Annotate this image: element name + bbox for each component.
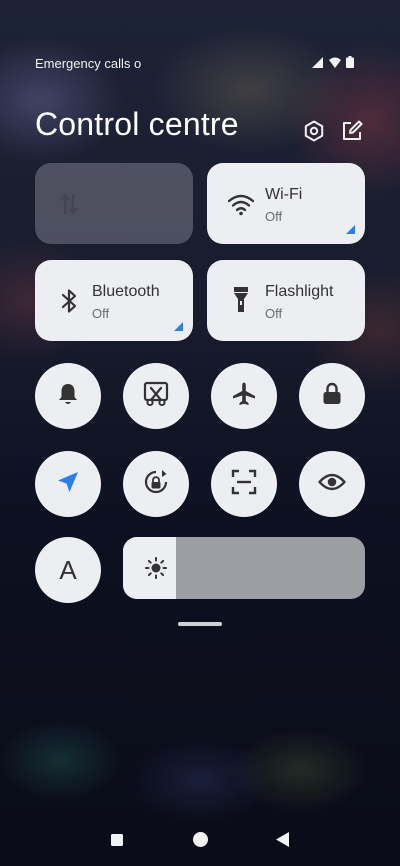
toggle-font-size[interactable]: A — [35, 537, 101, 603]
data-transfer-icon — [55, 190, 83, 218]
eye-icon — [318, 472, 346, 497]
square-icon — [111, 833, 123, 851]
flashlight-icon — [227, 286, 255, 314]
tile-wifi-label: Wi-Fi — [265, 186, 303, 203]
rotation-lock-icon — [142, 468, 170, 501]
brightness-icon — [145, 557, 167, 579]
tile-wifi-expand-corner[interactable] — [346, 225, 355, 234]
bluetooth-icon — [55, 287, 83, 315]
toggle-airplane-mode[interactable] — [211, 363, 277, 429]
bell-icon — [57, 382, 79, 411]
tile-mobile-data[interactable] — [35, 163, 193, 244]
tile-flashlight[interactable]: Flashlight Off — [207, 260, 365, 341]
toggle-location[interactable] — [35, 451, 101, 517]
airplane-icon — [231, 381, 257, 412]
tile-bluetooth-label: Bluetooth — [92, 283, 160, 300]
back-button[interactable] — [270, 830, 294, 854]
wifi-icon — [329, 55, 341, 73]
toggle-rotation-lock[interactable] — [123, 451, 189, 517]
signal-icon — [312, 55, 324, 73]
scanner-icon — [231, 469, 257, 500]
tile-bluetooth-expand-corner[interactable] — [174, 322, 183, 331]
lock-icon — [321, 382, 343, 411]
toggle-screenshot[interactable] — [123, 363, 189, 429]
screenshot-icon — [143, 381, 169, 412]
toggle-reading-mode[interactable] — [299, 451, 365, 517]
home-button[interactable] — [188, 830, 212, 854]
tile-flashlight-status: Off — [265, 306, 283, 321]
tile-wifi[interactable]: Wi-Fi Off — [207, 163, 365, 244]
tile-wifi-status: Off — [265, 209, 283, 224]
tile-flashlight-label: Flashlight — [265, 283, 334, 300]
wifi-icon — [227, 191, 255, 219]
location-icon — [56, 470, 80, 499]
brightness-slider[interactable] — [123, 537, 365, 599]
toggle-lock-screen[interactable] — [299, 363, 365, 429]
settings-button[interactable] — [301, 120, 327, 146]
settings-icon — [303, 120, 325, 147]
edit-icon — [341, 120, 363, 147]
panel-drag-handle[interactable] — [178, 622, 222, 626]
font-icon: A — [59, 554, 77, 585]
edit-button[interactable] — [339, 120, 365, 146]
toggle-mute[interactable] — [35, 363, 101, 429]
tile-bluetooth[interactable]: Bluetooth Off — [35, 260, 193, 341]
recents-button[interactable] — [105, 830, 129, 854]
status-icons — [312, 55, 354, 73]
page-title: Control centre — [35, 106, 239, 142]
circle-icon — [192, 832, 208, 852]
toggle-scanner[interactable] — [211, 451, 277, 517]
status-carrier-text: Emergency calls o — [35, 56, 142, 71]
tile-bluetooth-status: Off — [92, 306, 110, 321]
battery-icon — [346, 55, 354, 73]
triangle-left-icon — [275, 832, 289, 852]
